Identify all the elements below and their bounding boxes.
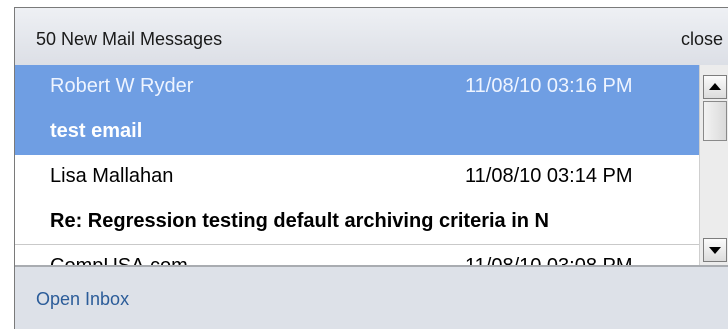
message-subject: test email bbox=[50, 120, 143, 142]
message-row-selected[interactable]: Robert W Ryder 11/08/10 03:16 PM test em… bbox=[15, 65, 699, 155]
scroll-down-button[interactable] bbox=[703, 238, 727, 262]
open-inbox-link[interactable]: Open Inbox bbox=[36, 289, 129, 310]
message-date: 11/08/10 03:08 PM bbox=[465, 255, 633, 265]
message-sender: Lisa Mallahan bbox=[50, 165, 174, 187]
popup-title: 50 New Mail Messages bbox=[36, 29, 223, 49]
close-button[interactable]: close bbox=[681, 29, 723, 50]
new-mail-popup: 50 New Mail Messages close Robert W Ryde… bbox=[14, 7, 728, 329]
arrow-up-icon bbox=[709, 83, 721, 90]
message-list-scrollbar[interactable] bbox=[699, 65, 728, 265]
popup-header: 50 New Mail Messages close bbox=[15, 8, 728, 65]
message-row[interactable]: CompUSA.com 11/08/10 03:08 PM bbox=[15, 245, 699, 265]
message-list: Robert W Ryder 11/08/10 03:16 PM test em… bbox=[15, 65, 728, 265]
message-row[interactable]: Lisa Mallahan 11/08/10 03:14 PM Re: Regr… bbox=[15, 155, 699, 245]
message-subject: Re: Regression testing default archiving… bbox=[50, 210, 550, 232]
scroll-up-button[interactable] bbox=[703, 75, 727, 99]
message-sender: CompUSA.com bbox=[50, 255, 188, 265]
popup-footer: Open Inbox bbox=[15, 265, 728, 329]
message-sender: Robert W Ryder bbox=[50, 75, 194, 97]
message-date: 11/08/10 03:14 PM bbox=[465, 165, 633, 187]
arrow-down-icon bbox=[709, 247, 721, 254]
message-date: 11/08/10 03:16 PM bbox=[465, 75, 633, 97]
scroll-thumb[interactable] bbox=[703, 101, 727, 141]
